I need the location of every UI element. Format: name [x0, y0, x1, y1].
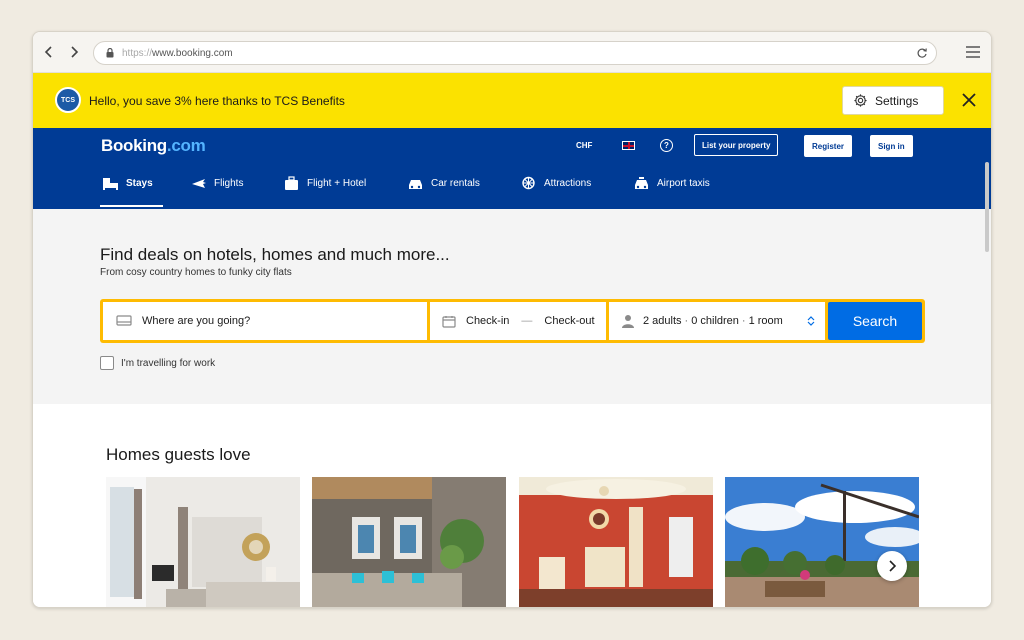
guests-selector[interactable]: 2 adults · 0 children · 1 room — [609, 302, 825, 340]
help-icon[interactable]: ? — [660, 139, 673, 152]
white-apartment-interior-image — [106, 477, 300, 607]
logo-suffix: .com — [166, 136, 206, 155]
active-tab-indicator — [100, 205, 163, 207]
work-travel-checkbox[interactable]: I'm travelling for work — [100, 356, 215, 370]
children-count: 0 children — [691, 315, 739, 327]
check-in-label: Check-in — [466, 315, 510, 327]
adults-count: 2 adults — [643, 315, 682, 327]
destination-input[interactable]: Where are you going? — [103, 302, 427, 340]
list-property-button[interactable]: List your property — [694, 134, 779, 156]
site-header: Booking.com CHF ? List your property Reg… — [33, 128, 991, 209]
chevron-up-down-icon — [807, 316, 815, 326]
bed-icon — [103, 178, 118, 190]
search-hero: Find deals on hotels, homes and much mor… — [33, 209, 991, 404]
rooms-count: 1 room — [748, 315, 783, 327]
rooftop-terrace-sky-image — [725, 477, 919, 607]
register-button[interactable]: Register — [804, 135, 853, 157]
booking-logo[interactable]: Booking.com — [101, 136, 206, 156]
hero-subtitle: From cosy country homes to funky city fl… — [100, 267, 292, 278]
living-room-peacock-prints-image — [312, 477, 506, 607]
tab-label: Attractions — [544, 178, 592, 189]
home-card[interactable] — [725, 477, 919, 607]
tab-label: Airport taxis — [657, 178, 710, 189]
separator-dot: · — [684, 315, 689, 327]
settings-button[interactable]: Settings — [842, 86, 944, 115]
tcs-benefits-banner: TCS Hello, you save 3% here thanks to TC… — [33, 73, 991, 128]
tab-car-rentals[interactable]: Car rentals — [407, 176, 480, 191]
section-title: Homes guests love — [106, 445, 251, 464]
homes-section: Homes guests love — [33, 404, 991, 607]
date-range-picker[interactable]: Check-in — Check-out — [430, 302, 606, 340]
destination-placeholder: Where are you going? — [142, 315, 251, 327]
plane-icon — [192, 179, 206, 188]
separator-dot: · — [741, 315, 746, 327]
lock-icon — [106, 48, 114, 58]
settings-label: Settings — [875, 93, 919, 108]
forward-button[interactable] — [65, 43, 83, 61]
reload-icon[interactable] — [916, 47, 928, 59]
page-scrollbar[interactable] — [985, 162, 989, 252]
calendar-icon — [442, 315, 456, 328]
url-host: www.booking.com — [152, 47, 233, 59]
hamburger-menu-icon[interactable] — [965, 45, 981, 59]
browser-window: https://www.booking.com TCS Hello, you s… — [32, 31, 992, 608]
tab-stays[interactable]: Stays — [102, 176, 153, 191]
chevron-right-icon — [71, 46, 79, 58]
bed-icon — [116, 315, 132, 326]
car-icon — [409, 180, 422, 189]
checkbox-box[interactable] — [100, 356, 114, 370]
red-classic-hotel-room-image — [519, 477, 713, 607]
tab-attractions[interactable]: Attractions — [520, 176, 591, 191]
gear-icon — [854, 94, 867, 107]
currency-selector[interactable]: CHF — [576, 141, 592, 150]
tab-label: Car rentals — [431, 178, 480, 189]
person-icon — [622, 315, 634, 328]
tab-flights[interactable]: Flights — [190, 176, 243, 191]
language-flag-icon[interactable] — [622, 141, 635, 150]
tab-airport-taxis[interactable]: Airport taxis — [633, 176, 710, 191]
tab-label: Stays — [126, 178, 153, 189]
logo-main: Booking — [101, 136, 167, 155]
browser-toolbar: https://www.booking.com — [33, 32, 991, 73]
carousel-next-button[interactable] — [877, 551, 907, 581]
home-card[interactable] — [312, 477, 506, 607]
sign-in-button[interactable]: Sign in — [870, 135, 913, 157]
address-bar[interactable]: https://www.booking.com — [93, 41, 937, 65]
taxi-icon — [635, 177, 648, 189]
back-button[interactable] — [40, 43, 58, 61]
home-card[interactable] — [519, 477, 713, 607]
chevron-left-icon — [44, 46, 52, 58]
tab-flight-hotel[interactable]: Flight + Hotel — [283, 176, 366, 191]
ferris-wheel-icon — [522, 176, 535, 190]
search-bar: Where are you going? Check-in — Check-ou… — [100, 299, 925, 343]
suitcase-icon — [285, 176, 298, 190]
tcs-logo-text: TCS — [61, 96, 75, 104]
work-travel-label: I'm travelling for work — [121, 357, 216, 369]
close-icon[interactable] — [961, 92, 977, 108]
chevron-right-icon — [889, 560, 897, 572]
tab-label: Flights — [214, 178, 244, 189]
home-card[interactable] — [106, 477, 300, 607]
tcs-logo: TCS — [55, 87, 81, 113]
hero-title: Find deals on hotels, homes and much mor… — [100, 245, 450, 264]
banner-message: Hello, you save 3% here thanks to TCS Be… — [89, 94, 345, 108]
search-button[interactable]: Search — [828, 302, 922, 340]
url-protocol: https:// — [122, 47, 153, 59]
check-out-label: Check-out — [544, 315, 595, 327]
date-separator: — — [521, 315, 533, 327]
tab-label: Flight + Hotel — [307, 178, 367, 189]
